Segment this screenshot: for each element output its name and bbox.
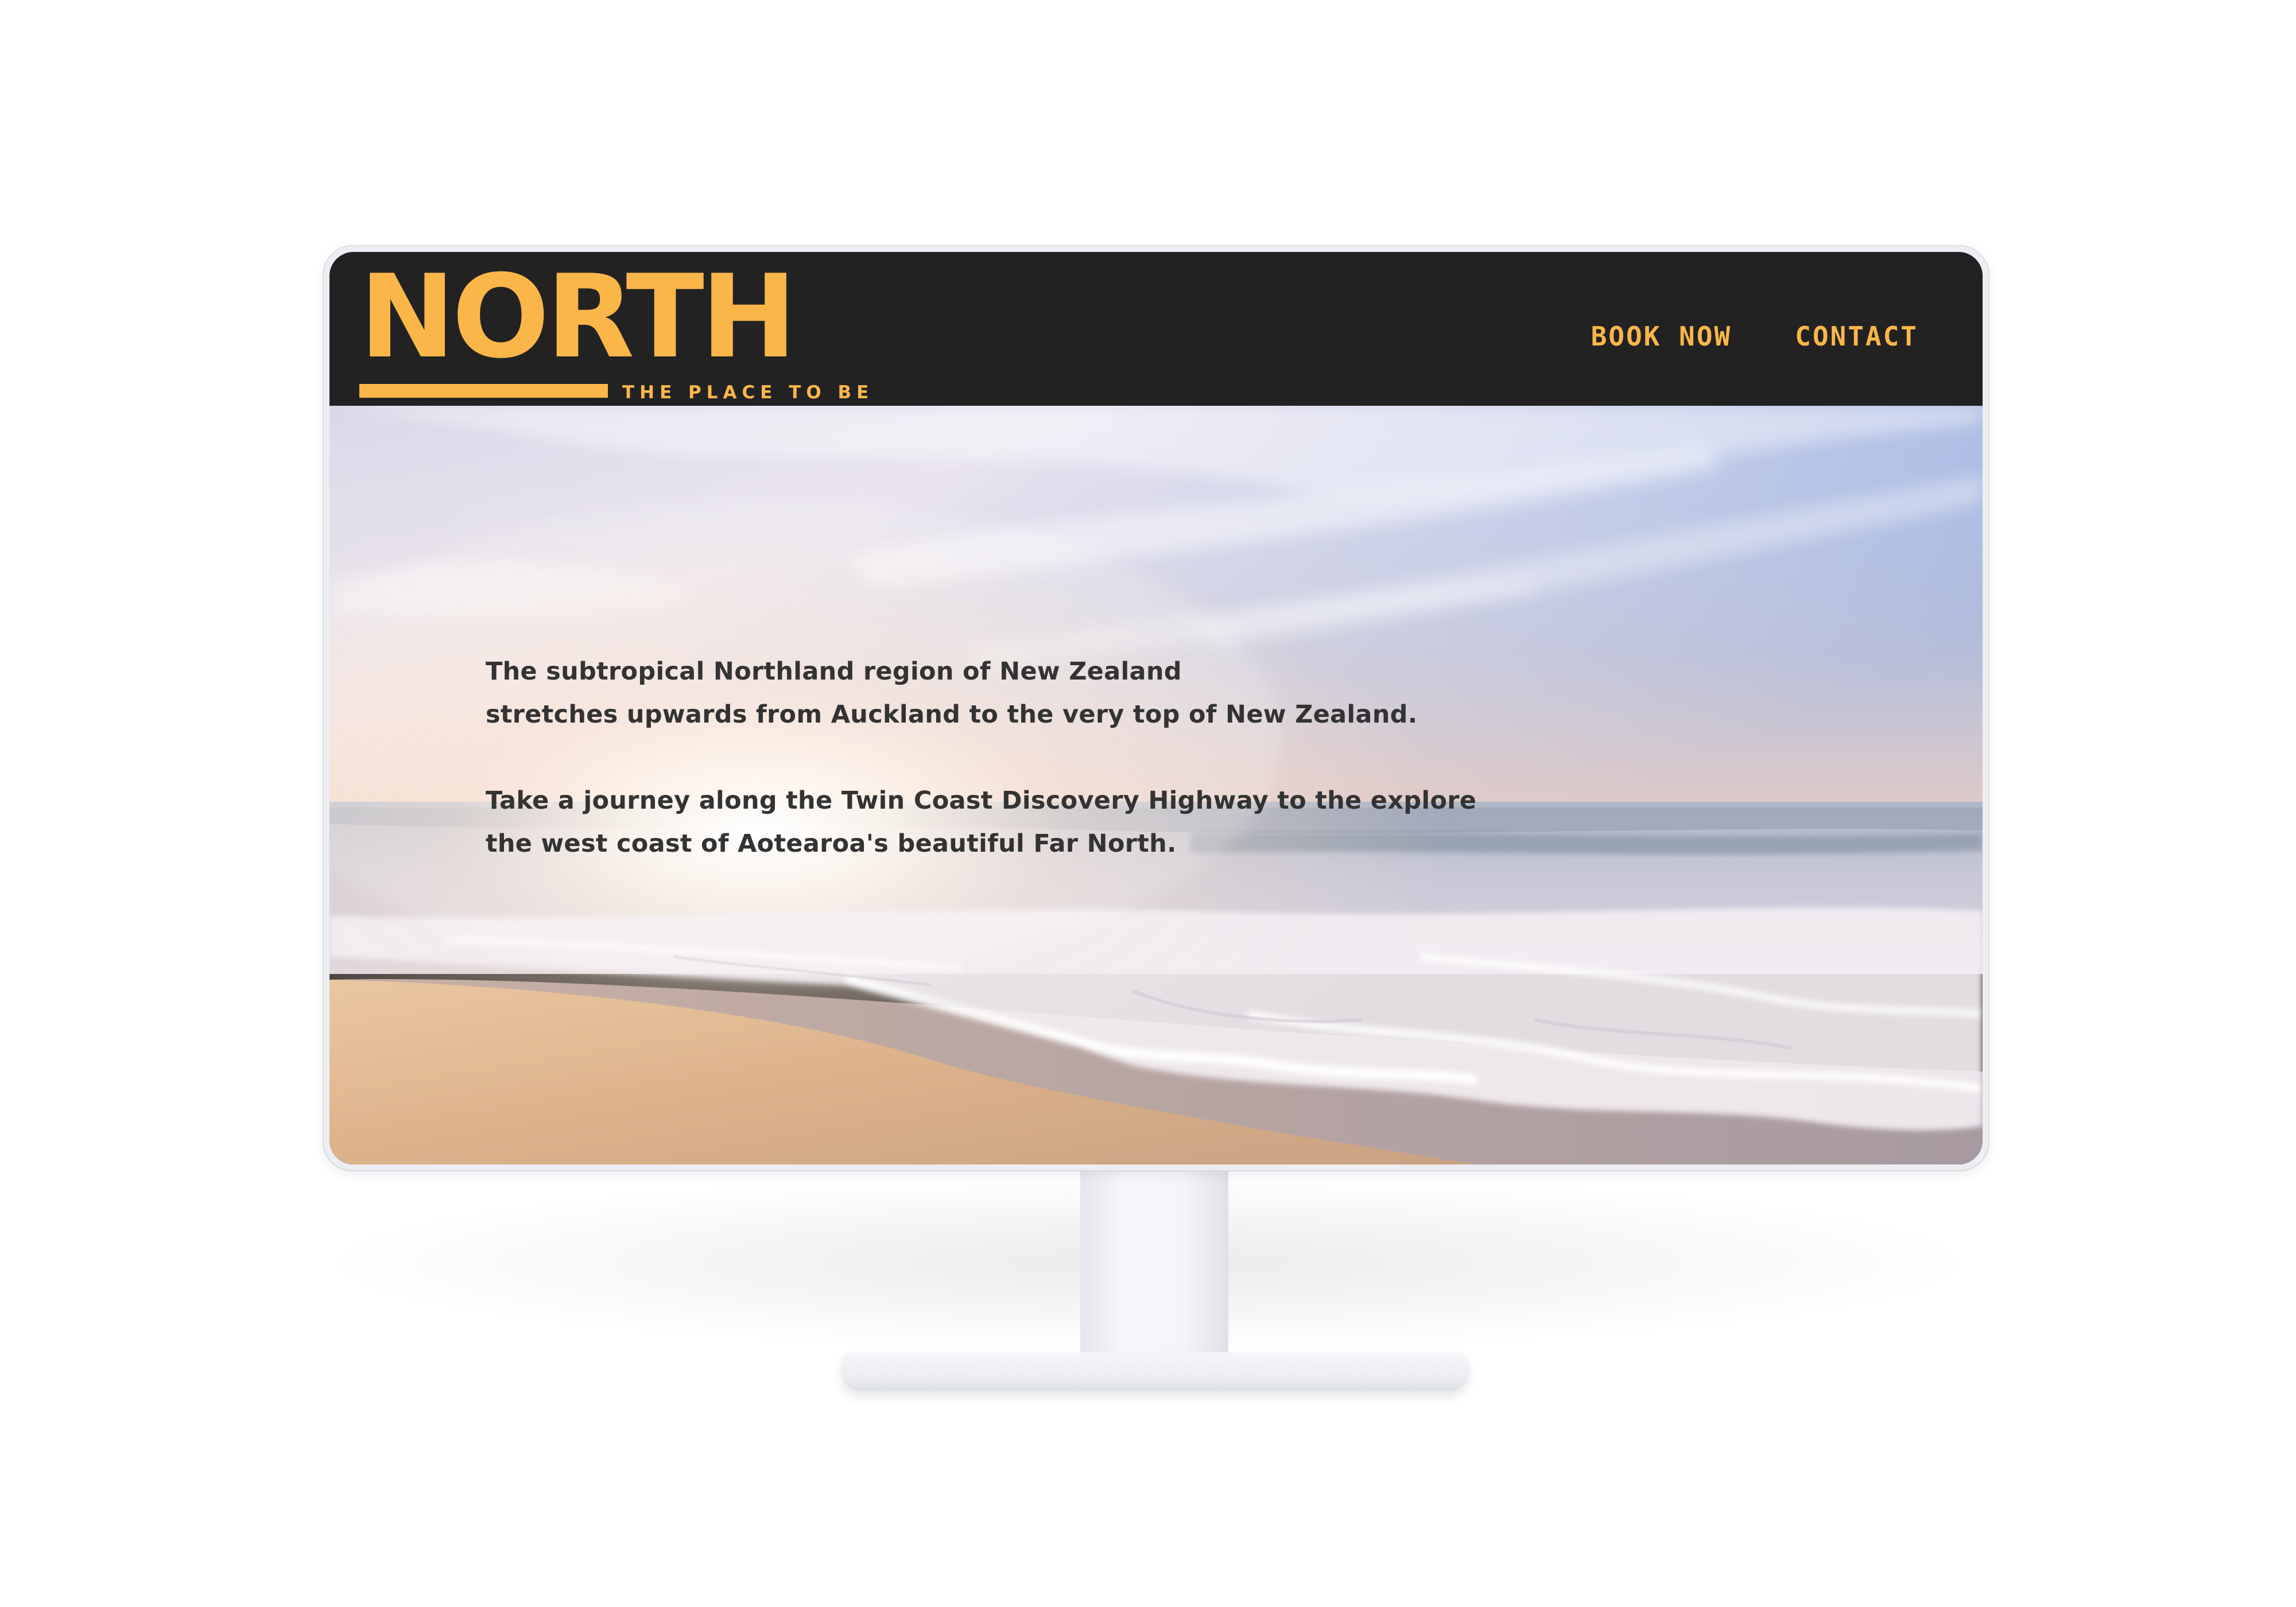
nav-contact-link[interactable]: CONTACT (1795, 321, 1918, 352)
monitor-stand-base (841, 1352, 1468, 1391)
logo-tagline: THE PLACE TO BE (622, 382, 874, 403)
hero-intro-text: The subtropical Northland region of New … (486, 650, 1519, 909)
logo-underline-bar (359, 384, 608, 398)
hero-paragraph-2: Take a journey along the Twin Coast Disc… (486, 786, 1477, 858)
monitor-screen: NORTH THE PLACE TO BE BOOK NOW CONTACT T… (329, 252, 1983, 1165)
hero-paragraph-1: The subtropical Northland region of New … (486, 657, 1418, 729)
site-logo[interactable]: NORTH THE PLACE TO BE (359, 260, 899, 402)
logo-wordmark: NORTH (359, 252, 797, 384)
nav-book-now-link[interactable]: BOOK NOW (1591, 321, 1732, 352)
main-nav: BOOK NOW CONTACT (1591, 321, 1918, 352)
site-header: NORTH THE PLACE TO BE BOOK NOW CONTACT (329, 252, 1983, 406)
hero-section: The subtropical Northland region of New … (329, 406, 1983, 1165)
monitor-stand-neck (1080, 1170, 1228, 1371)
